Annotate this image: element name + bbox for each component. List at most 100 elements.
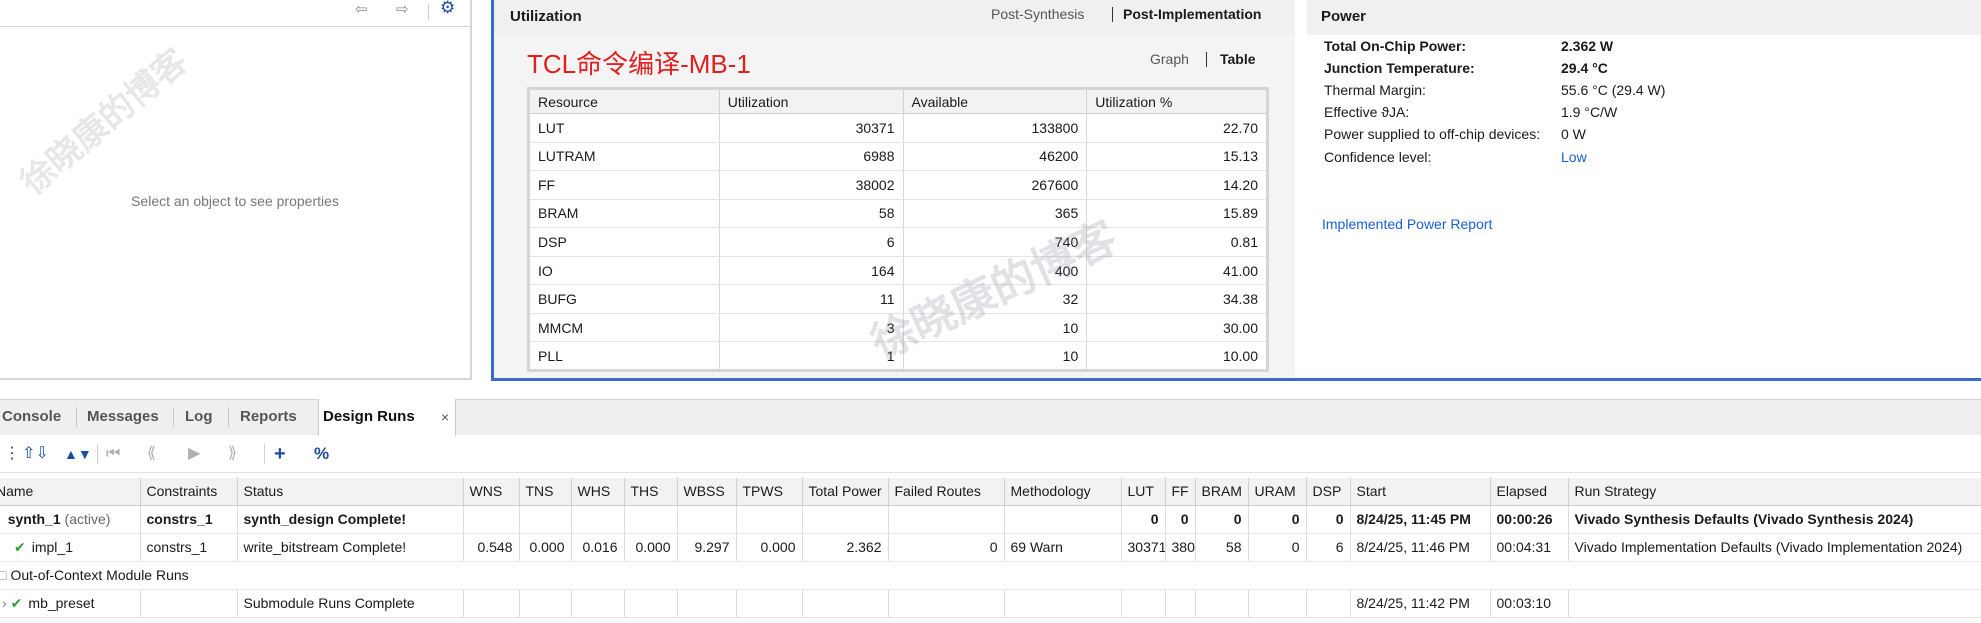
resource-value: 46200 [903, 142, 1088, 172]
folder-icon[interactable]: □ [0, 567, 6, 583]
run-methodology[interactable]: 69 Warn [1004, 533, 1122, 562]
utilization-subtitle: TCL命令编译-MB-1 [527, 49, 751, 79]
column-header-ths[interactable]: THS [624, 478, 678, 506]
table-row[interactable]: FF 38002 267600 14.20 [528, 170, 1268, 200]
collapse-all-icon[interactable]: ⇧⇩ [22, 444, 49, 464]
power-header [1307, 0, 1981, 35]
column-header-available[interactable]: Available [903, 88, 1088, 114]
resource-name: LUT [528, 113, 720, 143]
next-icon[interactable]: ⟫ [228, 444, 237, 464]
column-header-uram[interactable]: URAM [1248, 478, 1307, 506]
properties-empty-message: Select an object to see properties [131, 193, 339, 209]
column-header-tpws[interactable]: TPWS [736, 478, 803, 506]
tab-divider [228, 407, 229, 427]
column-header-wns[interactable]: WNS [463, 478, 520, 506]
close-tab-icon[interactable]: × [441, 399, 449, 435]
properties-toolbar: ⇦ ⇨ ⚙ [0, 0, 470, 27]
run-uram: 0 [1248, 533, 1307, 562]
expand-all-icon[interactable]: ▲▼ [64, 444, 92, 464]
tab-design-runs-label[interactable]: Design Runs [323, 399, 415, 435]
column-header-name[interactable]: Name [0, 478, 141, 506]
tab-post-implementation[interactable]: Post-Implementation [1123, 6, 1261, 22]
tab-messages[interactable]: Messages [87, 399, 159, 435]
confidence-level-link[interactable]: Low [1561, 149, 1587, 165]
power-label: Effective ϑJA: [1324, 104, 1410, 120]
column-header-utilization-percent[interactable]: Utilization % [1086, 88, 1268, 114]
run-total-power: 2.362 [802, 533, 889, 562]
play-icon[interactable]: ▶ [188, 444, 200, 464]
column-header-whs[interactable]: WHS [571, 478, 625, 506]
column-header-dsp[interactable]: DSP [1306, 478, 1351, 506]
table-header-row: Resource Utilization Available Utilizati… [528, 88, 1268, 114]
resource-value: 58 [719, 199, 904, 229]
table-row-mb-preset[interactable]: › ✔ mb_preset Submodule Runs Complete 8/24… [0, 589, 1981, 618]
tab-console[interactable]: Console [2, 399, 61, 435]
back-arrow-icon[interactable]: ⇦ [355, 2, 368, 18]
run-ff: 0 [1165, 505, 1196, 534]
column-header-tns[interactable]: TNS [519, 478, 572, 506]
gear-icon[interactable]: ⚙ [440, 0, 455, 18]
tab-reports[interactable]: Reports [240, 399, 297, 435]
run-dsp: 6 [1306, 533, 1351, 562]
column-header-elapsed[interactable]: Elapsed [1490, 478, 1569, 506]
table-row[interactable]: LUT 30371 133800 22.70 [528, 113, 1268, 143]
power-label: Thermal Margin: [1324, 82, 1426, 98]
check-icon: ✔ [10, 594, 23, 611]
column-header-resource[interactable]: Resource [528, 88, 720, 114]
resource-value: 133800 [903, 113, 1088, 143]
chevron-right-icon[interactable]: › [2, 595, 7, 611]
column-header-ff[interactable]: FF [1165, 478, 1196, 506]
column-header-constraints[interactable]: Constraints [140, 478, 238, 506]
run-tpws: 0.000 [736, 533, 803, 562]
view-table-toggle[interactable]: Table [1220, 51, 1256, 67]
power-value: 0 W [1561, 126, 1586, 142]
column-header-start[interactable]: Start [1350, 478, 1491, 506]
column-header-wbss[interactable]: WBSS [677, 478, 737, 506]
view-graph-toggle[interactable]: Graph [1150, 51, 1189, 67]
column-header-methodology[interactable]: Methodology [1004, 478, 1122, 506]
column-header-failed-routes[interactable]: Failed Routes [888, 478, 1005, 506]
forward-arrow-icon[interactable]: ⇨ [396, 2, 409, 18]
table-row[interactable]: DSP 6 740 0.81 [528, 227, 1268, 257]
divider [0, 378, 472, 380]
run-start: 8/24/25, 11:42 PM [1350, 589, 1491, 618]
run-constraints: constrs_1 [140, 505, 238, 534]
percent-icon[interactable]: % [314, 444, 329, 464]
resource-name: PLL [528, 341, 720, 371]
run-strategy: Vivado Implementation Defaults (Vivado I… [1568, 533, 1981, 562]
first-icon[interactable]: ⏮ [106, 444, 120, 464]
add-run-icon[interactable]: + [274, 444, 286, 464]
column-header-bram[interactable]: BRAM [1195, 478, 1249, 506]
table-row[interactable]: LUTRAM 6988 46200 15.13 [528, 142, 1268, 172]
group-label: Out-of-Context Module Runs [10, 567, 189, 583]
group-row-ooc[interactable]: □Out-of-Context Module Runs [0, 561, 1981, 590]
run-constraints: constrs_1 [140, 533, 238, 562]
resource-value: 22.70 [1086, 113, 1268, 143]
utilization-title: Utilization [510, 8, 582, 25]
resource-value: 15.13 [1086, 142, 1268, 172]
run-status: write_bitstream Complete! [237, 533, 464, 562]
run-elapsed: 00:00:26 [1490, 505, 1569, 534]
table-row-synth-1[interactable]: ✔ synth_1 (active) constrs_1 synth_design… [0, 505, 1981, 534]
resource-value: 30371 [719, 113, 904, 143]
run-status: synth_design Complete! [237, 505, 464, 534]
table-row-impl-1[interactable]: ✔ impl_1 constrs_1 write_bitstream Comple… [0, 533, 1981, 562]
column-header-total-power[interactable]: Total Power [802, 478, 889, 506]
tab-post-synthesis[interactable]: Post-Synthesis [991, 6, 1084, 22]
tab-log[interactable]: Log [185, 399, 213, 435]
table-row[interactable]: BRAM 58 365 15.89 [528, 199, 1268, 229]
column-header-status[interactable]: Status [237, 478, 464, 506]
column-header-utilization[interactable]: Utilization [719, 88, 904, 114]
design-runs-toolbar [0, 436, 1981, 473]
run-bram: 58 [1195, 533, 1249, 562]
resource-value: 6988 [719, 142, 904, 172]
table-row[interactable]: IO 164 400 41.00 [528, 256, 1268, 286]
run-lut: 0 [1121, 505, 1166, 534]
previous-icon[interactable]: ⟪ [147, 444, 156, 464]
column-header-lut[interactable]: LUT [1121, 478, 1166, 506]
implemented-power-report-link[interactable]: Implemented Power Report [1322, 216, 1492, 232]
column-header-run-strategy[interactable]: Run Strategy [1568, 478, 1981, 506]
resource-name: IO [528, 256, 720, 286]
power-title: Power [1321, 8, 1367, 25]
run-failed-routes: 0 [888, 533, 1005, 562]
